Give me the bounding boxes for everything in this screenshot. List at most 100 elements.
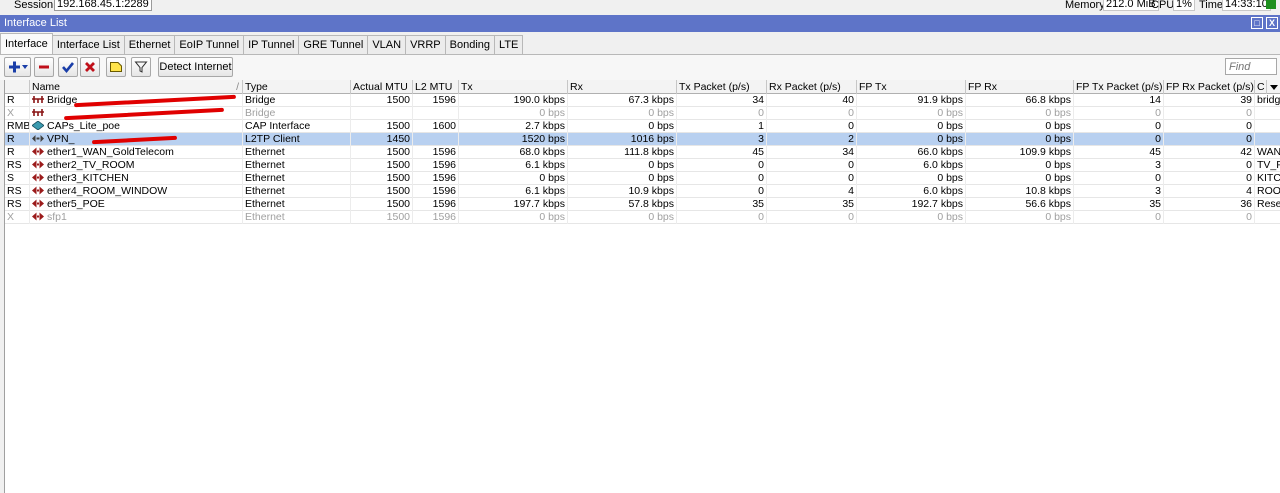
cell-fprx: 0 bps <box>966 211 1074 224</box>
cell-l2mtu: 1596 <box>413 159 459 172</box>
cell-fptxp: 0 <box>1074 133 1164 146</box>
tab-interface[interactable]: Interface <box>0 33 53 54</box>
cell-flags: R <box>5 94 30 107</box>
table-row[interactable]: Xsfp1 Ethernet 1500 1596 0 bps 0 bps 0 0 0 bps 0 … <box>5 211 1280 224</box>
col-fp-rx[interactable]: FP Rx <box>966 80 1074 94</box>
enable-button[interactable] <box>58 57 78 77</box>
cell-fprx: 10.8 kbps <box>966 185 1074 198</box>
disable-button[interactable] <box>80 57 100 77</box>
cell-c <box>1255 107 1280 120</box>
ethernet-icon <box>32 160 44 169</box>
maximize-icon[interactable]: □ <box>1251 17 1263 29</box>
col-name[interactable]: Name / <box>30 80 243 94</box>
minus-icon <box>39 65 49 69</box>
cell-rxp: 0 <box>767 120 857 133</box>
tab-gre-tunnel[interactable]: GRE Tunnel <box>298 35 369 54</box>
cell-mtu: 1500 <box>351 211 413 224</box>
cell-rxp: 34 <box>767 146 857 159</box>
toolbar: Detect Internet <box>0 55 1280 80</box>
cell-l2mtu <box>413 133 459 146</box>
cell-fptx: 192.7 kbps <box>857 198 966 211</box>
cell-tx: 190.0 kbps <box>459 94 568 107</box>
tab-lte[interactable]: LTE <box>494 35 524 54</box>
cell-name: ether1_WAN_GoldTelecom <box>30 146 243 159</box>
cell-tx: 6.1 kbps <box>459 185 568 198</box>
cell-rx: 10.9 kbps <box>568 185 677 198</box>
detect-internet-button[interactable]: Detect Internet <box>158 57 233 77</box>
cell-txp: 45 <box>677 146 767 159</box>
cell-fprx: 0 bps <box>966 159 1074 172</box>
table-row[interactable]: Sether3_KITCHEN Ethernet 1500 1596 0 bps 0 bp… <box>5 172 1280 185</box>
cell-fptxp: 45 <box>1074 146 1164 159</box>
filter-button[interactable] <box>131 57 151 77</box>
cell-fptxp: 0 <box>1074 172 1164 185</box>
col-tx[interactable]: Tx <box>459 80 568 94</box>
interface-name: CAPs_Lite_poe <box>47 120 120 132</box>
table-row[interactable]: RMB CAPs_Lite_poe CAP Interface 1500 1600 2.7… <box>5 120 1280 133</box>
col-l2-mtu[interactable]: L2 MTU <box>413 80 459 94</box>
cell-c: WAN <box>1257 146 1280 158</box>
cell-fprxp: 0 <box>1164 159 1255 172</box>
tab-interface-list[interactable]: Interface List <box>51 35 125 54</box>
cell-tx: 0 bps <box>459 211 568 224</box>
cell-fprxp: 36 <box>1164 198 1255 211</box>
cell-name: ether5_POE <box>30 198 243 211</box>
tab-bonding[interactable]: Bonding <box>444 35 496 54</box>
col-fp-rx-packet[interactable]: FP Rx Packet (p/s) <box>1164 80 1255 94</box>
table-row[interactable]: X Bridge 0 bps 0 bps 0 0 0 bps 0 bps 0 0 <box>5 107 1280 121</box>
interface-name: ether5_POE <box>47 198 105 210</box>
cell-rx: 0 bps <box>568 211 677 224</box>
cell-fptx: 0 bps <box>857 133 966 146</box>
table-row[interactable]: RS ether4_ROOM_WINDOW Ethernet 1500 1596 6.1 … <box>5 185 1280 198</box>
cell-fptxp: 0 <box>1074 120 1164 133</box>
window-title-bar[interactable]: Interface List □ X <box>0 15 1280 32</box>
close-icon[interactable]: X <box>1266 17 1278 29</box>
tab-bar: Interface Interface List Ethernet EoIP T… <box>0 33 524 54</box>
col-actual-mtu[interactable]: Actual MTU <box>351 80 413 94</box>
col-fp-tx[interactable]: FP Tx <box>857 80 966 94</box>
table-row[interactable]: RS ether5_POE Ethernet 1500 1596 197.7 kbps 57… <box>5 198 1280 211</box>
tab-ip-tunnel[interactable]: IP Tunnel <box>243 35 300 54</box>
ethernet-icon <box>32 186 44 195</box>
plus-icon <box>8 61 28 73</box>
cell-fprxp: 0 <box>1164 172 1255 185</box>
table-row[interactable]: R VPN_ L2TP Client 1450 1520 bps 1016 bps 3 2 0 … <box>5 133 1280 146</box>
col-comment[interactable]: C <box>1255 80 1267 94</box>
tab-vlan[interactable]: VLAN <box>367 35 407 54</box>
col-rx[interactable]: Rx <box>568 80 677 94</box>
tab-ethernet[interactable]: Ethernet <box>123 35 176 54</box>
find-input[interactable] <box>1225 58 1277 75</box>
table-row[interactable]: Rether1_WAN_GoldTelecom Ethernet 1500 1596 6… <box>5 146 1280 159</box>
cell-fprx: 56.6 kbps <box>966 198 1074 211</box>
col-flags[interactable] <box>5 80 30 94</box>
cell-rx: 0 bps <box>568 107 677 120</box>
col-tx-packet[interactable]: Tx Packet (p/s) <box>677 80 767 94</box>
cell-rxp: 0 <box>767 159 857 172</box>
cell-c <box>1255 133 1280 146</box>
interface-name: Bridge <box>47 94 78 106</box>
tab-vrrp[interactable]: VRRP <box>405 35 446 54</box>
cell-fprxp: 0 <box>1164 211 1255 224</box>
cell-fptxp: 0 <box>1074 107 1164 120</box>
col-type[interactable]: Type <box>243 80 351 94</box>
bridge-icon <box>32 95 44 104</box>
col-fp-tx-packet[interactable]: FP Tx Packet (p/s) <box>1074 80 1164 94</box>
cell-rx: 1016 bps <box>568 133 677 146</box>
comment-button[interactable] <box>106 57 126 77</box>
cell-l2mtu: 1596 <box>413 146 459 159</box>
cell-fptx: 0 bps <box>857 120 966 133</box>
add-button[interactable] <box>4 57 31 77</box>
column-menu-icon[interactable] <box>1267 80 1280 94</box>
interface-name: VPN_ <box>47 133 75 145</box>
cell-fprx: 109.9 kbps <box>966 146 1074 159</box>
col-rx-packet[interactable]: Rx Packet (p/s) <box>767 80 857 94</box>
cell-flags: R <box>5 133 30 146</box>
cell-mtu: 1500 <box>351 172 413 185</box>
cell-fptxp: 0 <box>1074 211 1164 224</box>
table-row[interactable]: RS ether2_TV_ROOM Ethernet 1500 1596 6.1 kbps… <box>5 159 1280 172</box>
cell-c <box>1255 211 1280 224</box>
cell-rxp: 4 <box>767 185 857 198</box>
tab-eoip-tunnel[interactable]: EoIP Tunnel <box>174 35 245 54</box>
table-row[interactable]: R Bridge Bridge 1500 1596 190.0 kbps 67.3 kbps… <box>5 94 1280 108</box>
remove-button[interactable] <box>34 57 54 77</box>
